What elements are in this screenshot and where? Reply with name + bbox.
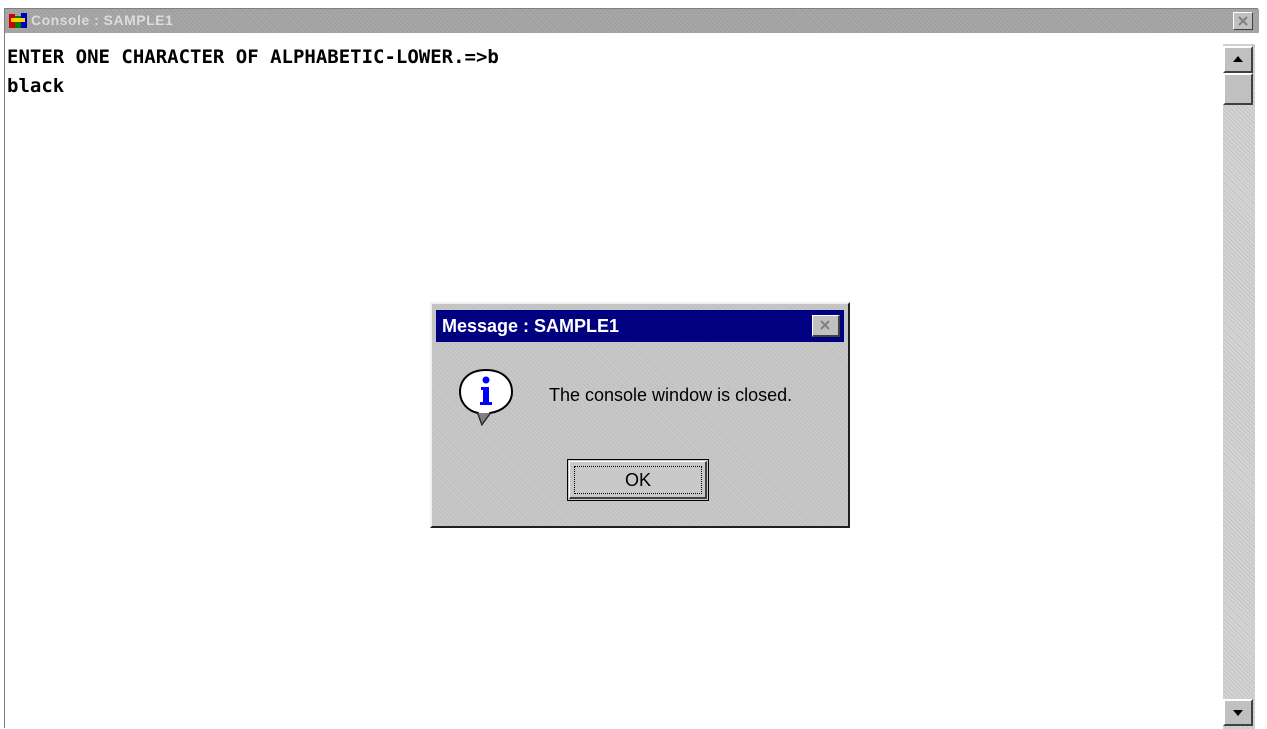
arrow-up-icon (1233, 56, 1243, 62)
application-icon[interactable] (8, 12, 28, 30)
console-output: ENTER ONE CHARACTER OF ALPHABETIC-LOWER.… (7, 43, 499, 101)
ok-button-label: OK (624, 470, 651, 490)
scroll-thumb[interactable] (1223, 73, 1253, 105)
dialog-close-button[interactable] (812, 315, 840, 337)
vertical-scrollbar[interactable] (1223, 44, 1255, 729)
information-icon (456, 366, 516, 428)
ok-button[interactable]: OK (567, 459, 709, 501)
scroll-down-button[interactable] (1223, 699, 1253, 726)
dialog-title: Message : SAMPLE1 (442, 316, 620, 336)
console-titlebar[interactable]: Console : SAMPLE1 (5, 9, 1259, 33)
console-close-button[interactable] (1233, 12, 1253, 30)
close-icon (1238, 16, 1248, 26)
arrow-down-icon (1233, 710, 1243, 716)
dialog-message: The console window is closed. (549, 385, 793, 405)
console-window-title: Console : SAMPLE1 (31, 12, 174, 28)
console-line-prompt: ENTER ONE CHARACTER OF ALPHABETIC-LOWER.… (7, 46, 499, 68)
dialog-titlebar[interactable]: Message : SAMPLE1 (436, 310, 844, 342)
close-icon (820, 320, 830, 330)
console-line-output: black (7, 75, 65, 97)
message-dialog: Message : SAMPLE1 The console window is … (430, 302, 850, 528)
scroll-up-button[interactable] (1223, 46, 1253, 73)
